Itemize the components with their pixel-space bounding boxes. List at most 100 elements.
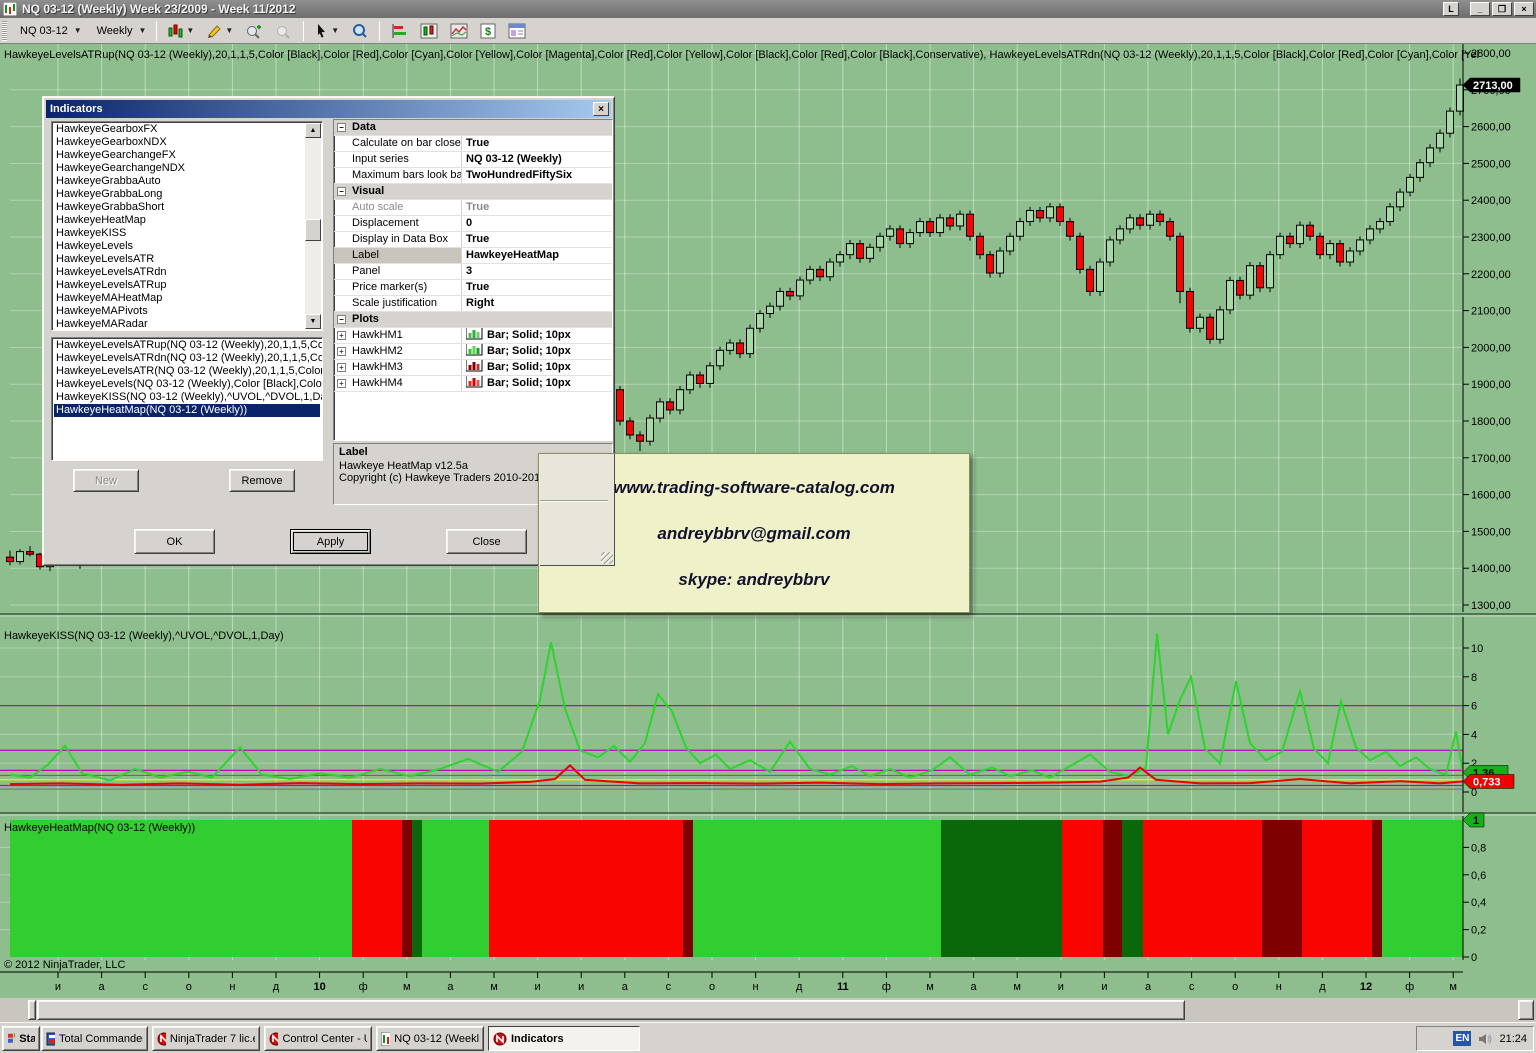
language-indicator[interactable]: EN: [1453, 1031, 1471, 1046]
property-value[interactable]: Bar; Solid; 10px: [462, 328, 612, 343]
list-item[interactable]: HawkeyeGrabbaAuto: [54, 175, 320, 188]
apply-button[interactable]: Apply: [290, 529, 371, 554]
list-item[interactable]: HawkeyeGrabbaLong: [54, 188, 320, 201]
horizontal-scrollbar[interactable]: [0, 998, 1536, 1022]
property-value[interactable]: Bar; Solid; 10px: [462, 344, 612, 359]
property-row[interactable]: Displacement0: [334, 216, 612, 232]
property-row[interactable]: +HawkHM3Bar; Solid; 10px: [334, 360, 612, 376]
list-item[interactable]: HawkeyeLevelsATR: [54, 253, 320, 266]
taskbar-button[interactable]: Total Commander 7.03 - ...: [41, 1026, 148, 1051]
title-bar[interactable]: NQ 03-12 (Weekly) Week 23/2009 - Week 11…: [0, 0, 1536, 18]
scrollbar-thumb[interactable]: [37, 1000, 1185, 1020]
data-box-button[interactable]: [346, 20, 374, 42]
expand-icon[interactable]: +: [337, 347, 346, 356]
property-row[interactable]: Auto scaleTrue: [334, 200, 612, 216]
close-button[interactable]: ×: [1514, 2, 1534, 16]
list-item[interactable]: HawkeyeLevelsATRdn: [54, 266, 320, 279]
list-item[interactable]: HawkeyeGearboxNDX: [54, 136, 320, 149]
properties-button[interactable]: [503, 20, 531, 42]
property-value[interactable]: Bar; Solid; 10px: [462, 360, 612, 375]
list-item[interactable]: HawkeyeGearboxFX: [54, 123, 320, 136]
scroll-down-icon[interactable]: ▼: [305, 314, 321, 329]
property-value[interactable]: NQ 03-12 (Weekly): [462, 152, 612, 167]
scrollbar-grip[interactable]: [28, 1000, 36, 1020]
property-section[interactable]: −Data: [334, 120, 612, 136]
property-section[interactable]: −Visual: [334, 184, 612, 200]
new-button[interactable]: New: [73, 469, 139, 492]
configured-indicator-item[interactable]: HawkeyeHeatMap(NQ 03-12 (Weekly)): [54, 404, 320, 417]
property-value[interactable]: HawkeyeHeatMap: [462, 248, 612, 263]
list-item[interactable]: HawkeyeMAHeatMap: [54, 292, 320, 305]
property-value[interactable]: True: [462, 232, 612, 247]
property-row[interactable]: +HawkHM1Bar; Solid; 10px: [334, 328, 612, 344]
property-value[interactable]: True: [462, 200, 612, 215]
expand-icon[interactable]: +: [337, 363, 346, 372]
restore-button[interactable]: ❐: [1492, 2, 1512, 16]
property-row[interactable]: LabelHawkeyeHeatMap: [334, 248, 612, 264]
remove-button[interactable]: Remove: [229, 469, 295, 492]
list-item[interactable]: HawkeyeKISS: [54, 227, 320, 240]
drawing-tools-button[interactable]: ▼: [201, 20, 238, 42]
expand-icon[interactable]: +: [337, 379, 346, 388]
close-dialog-button[interactable]: Close: [446, 529, 527, 554]
account-data-button[interactable]: $: [475, 20, 501, 42]
property-value[interactable]: True: [462, 136, 612, 151]
property-row[interactable]: +HawkHM4Bar; Solid; 10px: [334, 376, 612, 392]
property-value[interactable]: 0: [462, 216, 612, 231]
dialog-close-icon[interactable]: ×: [593, 102, 609, 116]
property-row[interactable]: Input seriesNQ 03-12 (Weekly): [334, 152, 612, 168]
list-item[interactable]: HawkeyeMARadar: [54, 318, 320, 331]
collapse-icon[interactable]: −: [337, 315, 346, 324]
toolbar-grip[interactable]: [2, 21, 7, 41]
zoom-out-button[interactable]: [270, 20, 298, 42]
list-scrollbar[interactable]: ▲ ▼: [305, 123, 321, 329]
configured-indicator-item[interactable]: HawkeyeLevelsATR(NQ 03-12 (Weekly),20,1,…: [54, 365, 320, 378]
property-value[interactable]: Right: [462, 296, 612, 311]
line-chart-button[interactable]: [445, 20, 473, 42]
instrument-selector[interactable]: NQ 03-12▼: [12, 20, 87, 42]
property-row[interactable]: +HawkHM2Bar; Solid; 10px: [334, 344, 612, 360]
scrollbar-thumb[interactable]: [305, 219, 321, 241]
taskbar-button[interactable]: NQ 03-12 (Weekly) Wee...: [376, 1026, 484, 1051]
cursor-tool-button[interactable]: ▼: [309, 20, 344, 42]
property-row[interactable]: Calculate on bar closeTrue: [334, 136, 612, 152]
chart-style-button[interactable]: ▼: [162, 20, 199, 42]
list-item[interactable]: HawkeyeMAPivots: [54, 305, 320, 318]
ok-button[interactable]: OK: [134, 529, 215, 554]
volume-icon[interactable]: [1477, 1032, 1493, 1046]
chart-trader-button[interactable]: [415, 20, 443, 42]
start-button[interactable]: Start: [2, 1026, 40, 1051]
property-value[interactable]: Bar; Solid; 10px: [462, 376, 612, 391]
resize-grip-icon[interactable]: [601, 552, 613, 564]
list-item[interactable]: HawkeyeGearchangeFX: [54, 149, 320, 162]
list-item[interactable]: HawkeyeGearchangeNDX: [54, 162, 320, 175]
property-row[interactable]: Maximum bars look backTwoHundredFiftySix: [334, 168, 612, 184]
list-item[interactable]: HawkeyeHeatMap: [54, 214, 320, 227]
zoom-in-button[interactable]: [240, 20, 268, 42]
taskbar-button[interactable]: NinjaTrader 7 lic.emu v5.06: [152, 1026, 260, 1051]
property-row[interactable]: Price marker(s)True: [334, 280, 612, 296]
market-analyzer-button[interactable]: [385, 20, 413, 42]
list-item[interactable]: HawkeyeGrabbaShort: [54, 201, 320, 214]
taskbar-button[interactable]: Indicators: [488, 1026, 640, 1051]
configured-indicator-item[interactable]: HawkeyeLevelsATRdn(NQ 03-12 (Weekly),20,…: [54, 352, 320, 365]
scroll-up-icon[interactable]: ▲: [305, 123, 321, 138]
property-row[interactable]: Display in Data BoxTrue: [334, 232, 612, 248]
configured-indicator-item[interactable]: HawkeyeLevelsATRup(NQ 03-12 (Weekly),20,…: [54, 339, 320, 352]
link-button[interactable]: L: [1443, 2, 1459, 16]
property-row[interactable]: Panel3: [334, 264, 612, 280]
configured-indicator-item[interactable]: HawkeyeKISS(NQ 03-12 (Weekly),^UVOL,^DVO…: [54, 391, 320, 404]
property-value[interactable]: TwoHundredFiftySix: [462, 168, 612, 183]
minimize-button[interactable]: _: [1470, 2, 1490, 16]
list-item[interactable]: HawkeyeLevels: [54, 240, 320, 253]
expand-icon[interactable]: +: [337, 331, 346, 340]
period-selector[interactable]: Weekly▼: [89, 20, 152, 42]
taskbar-button[interactable]: Control Center - Untitled1: [264, 1026, 372, 1051]
collapse-icon[interactable]: −: [337, 123, 346, 132]
list-item[interactable]: HawkeyeLevelsATRup: [54, 279, 320, 292]
property-value[interactable]: True: [462, 280, 612, 295]
collapse-icon[interactable]: −: [337, 187, 346, 196]
configured-indicator-item[interactable]: HawkeyeLevels(NQ 03-12 (Weekly),Color [B…: [54, 378, 320, 391]
scrollbar-end-button[interactable]: [1518, 1000, 1534, 1020]
property-section[interactable]: −Plots: [334, 312, 612, 328]
